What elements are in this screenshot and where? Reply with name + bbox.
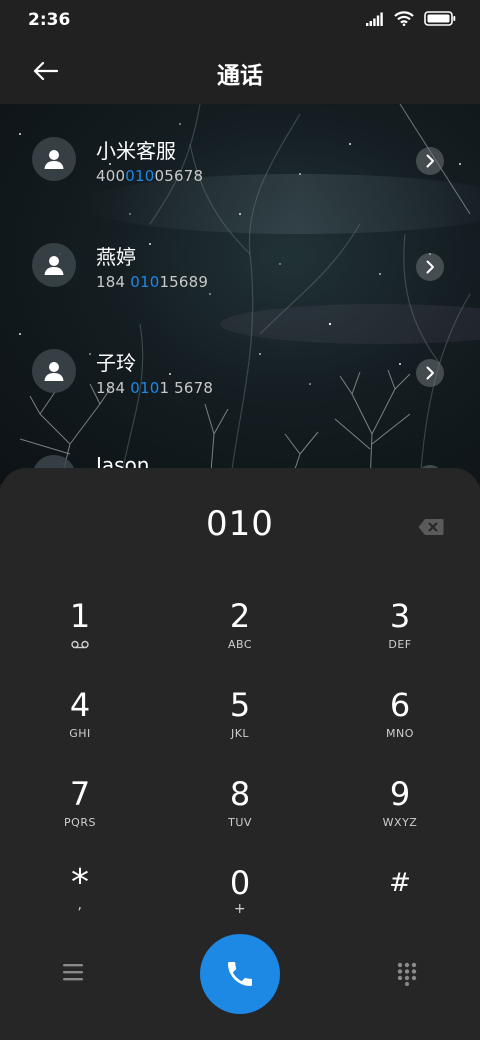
key-digit: 8 (229, 775, 251, 813)
dial-key-hash[interactable]: # (340, 863, 460, 941)
call-button[interactable] (200, 934, 280, 1014)
dialpad-grid-icon (397, 962, 417, 986)
backspace-button[interactable] (418, 518, 444, 536)
status-icons (366, 11, 456, 26)
key-digit: 2 (229, 597, 251, 635)
person-icon (44, 150, 64, 169)
contact-row[interactable]: 燕婷 184 01015689 (0, 215, 480, 315)
menu-button[interactable] (60, 960, 86, 984)
key-digit: 9 (389, 775, 411, 813)
key-letters: GHI (69, 727, 91, 740)
contact-row[interactable]: 小米客服 40001005678 (0, 109, 480, 209)
voicemail-icon (20, 638, 140, 652)
key-digit: 5 (229, 686, 251, 724)
key-letters: PQRS (64, 816, 96, 829)
battery-icon (424, 11, 456, 26)
contact-detail-button[interactable] (416, 253, 444, 281)
contact-name: 小米客服 (96, 139, 176, 163)
key-letters (340, 905, 460, 919)
dial-key-star[interactable]: * , (20, 863, 140, 941)
key-letters: WXYZ (382, 816, 418, 829)
avatar (32, 243, 76, 287)
key-digit: # (389, 868, 411, 898)
status-time: 2:36 (28, 10, 71, 30)
backspace-icon (418, 519, 444, 535)
key-letters: MNO (386, 727, 414, 740)
dial-key-0[interactable]: 0 + (180, 863, 300, 941)
contact-number: 40001005678 (96, 167, 204, 185)
key-digit: 6 (389, 686, 411, 724)
wifi-icon (394, 11, 414, 26)
page-title: 通话 (217, 63, 263, 89)
dial-number-display[interactable]: 010 (0, 504, 480, 544)
contact-number: 184 0101 5678 (96, 379, 214, 397)
dial-key-7[interactable]: 7 PQRS (20, 774, 140, 852)
key-digit: 7 (69, 775, 91, 813)
key-letters: + (233, 901, 247, 917)
person-icon (44, 256, 64, 275)
key-letters: , (77, 897, 83, 913)
key-letters: DEF (388, 638, 412, 651)
dial-key-2[interactable]: 2 ABC (180, 596, 300, 674)
key-letters: TUV (228, 816, 252, 829)
signal-icon (366, 12, 383, 26)
key-digit: 3 (389, 597, 411, 635)
contact-detail-button[interactable] (416, 359, 444, 387)
chevron-right-icon (426, 154, 434, 168)
phone-icon (228, 962, 252, 986)
dial-key-4[interactable]: 4 GHI (20, 685, 140, 763)
menu-icon (63, 964, 83, 981)
dial-key-3[interactable]: 3 DEF (340, 596, 460, 674)
key-digit: 0 (229, 864, 251, 902)
dial-key-8[interactable]: 8 TUV (180, 774, 300, 852)
key-digit: 1 (69, 597, 91, 635)
header: 通话 (0, 40, 480, 104)
search-results-list: 小米客服 40001005678 燕婷 184 01015689 子玲 184 … (0, 104, 480, 484)
contact-number: 184 01015689 (96, 273, 209, 291)
key-letters: JKL (230, 727, 250, 740)
dial-key-6[interactable]: 6 MNO (340, 685, 460, 763)
avatar (32, 137, 76, 181)
key-letters: ABC (227, 638, 253, 651)
contact-name: 子玲 (96, 351, 136, 375)
person-icon (44, 362, 64, 381)
status-bar: 2:36 (0, 0, 480, 40)
dial-key-5[interactable]: 5 JKL (180, 685, 300, 763)
avatar (32, 349, 76, 393)
dial-key-9[interactable]: 9 WXYZ (340, 774, 460, 852)
chevron-right-icon (426, 366, 434, 380)
chevron-right-icon (426, 260, 434, 274)
contact-detail-button[interactable] (416, 147, 444, 175)
contact-row[interactable]: 子玲 184 0101 5678 (0, 321, 480, 421)
dialpad: 010 1 2 ABC 3 DEF 4 GHI 5 JKL 6 MNO 7 PQ… (0, 468, 480, 1040)
key-digit: 4 (69, 686, 91, 724)
keypad-toggle-button[interactable] (396, 962, 418, 986)
contact-name: 燕婷 (96, 245, 136, 269)
dial-key-1[interactable]: 1 (20, 596, 140, 674)
